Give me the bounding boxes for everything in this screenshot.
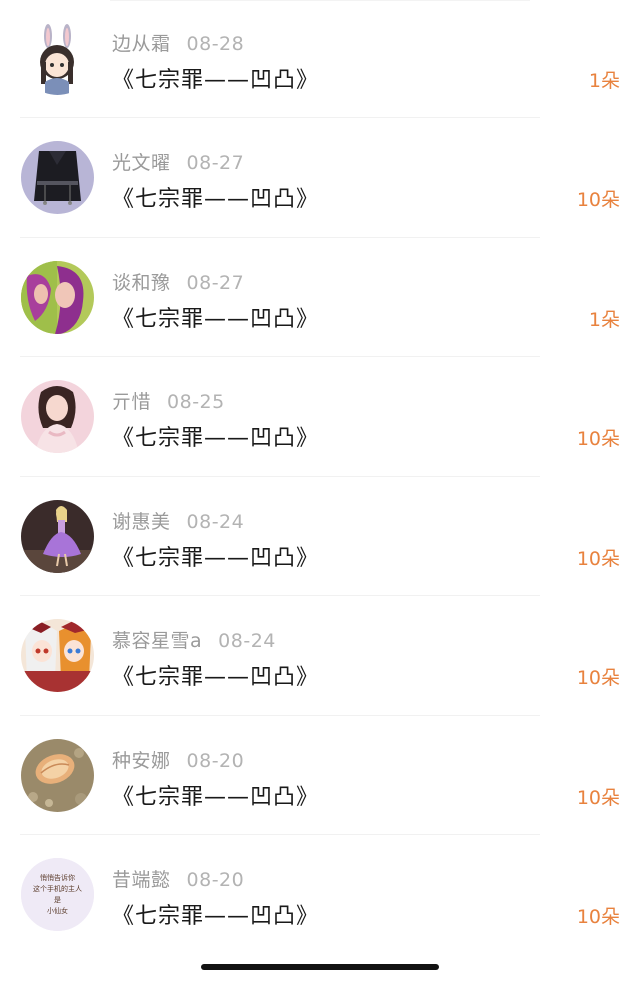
user-name: 昔端懿: [112, 869, 171, 891]
list-item[interactable]: 光文曜 08-27 《七宗罪——凹凸》 10朵: [0, 118, 640, 238]
avatar[interactable]: [21, 260, 94, 334]
user-meta: 谈和豫 08-27: [112, 268, 244, 295]
user-meta: 种安娜 08-20: [112, 746, 244, 773]
user-name: 亓惜: [112, 391, 152, 413]
avatar[interactable]: [21, 22, 94, 95]
user-name: 谢惠美: [112, 510, 171, 533]
user-meta: 光文曜 08-27: [112, 148, 244, 175]
gift-title: 《七宗罪——凹凸》: [112, 784, 320, 810]
gift-date: 08-25: [167, 391, 225, 413]
avatar[interactable]: [21, 619, 94, 692]
gift-title: 《七宗罪——凹凸》: [112, 665, 320, 690]
gift-title: 《七宗罪——凹凸》: [112, 904, 320, 929]
gift-date: 08-20: [186, 869, 245, 891]
gift-amount: 10朵: [576, 428, 620, 450]
gift-date: 08-20: [186, 749, 245, 772]
user-meta: 边从霜 08-28: [112, 29, 244, 56]
user-meta: 昔端懿 08-20: [112, 865, 244, 892]
purple-hair-avatar-icon: [21, 260, 94, 334]
gift-amount: 1朵: [588, 70, 620, 92]
home-indicator[interactable]: [201, 964, 439, 970]
user-name: 种安娜: [112, 749, 171, 772]
seashell-avatar-icon: [21, 738, 94, 812]
gift-list: 边从霜 08-28 《七宗罪——凹凸》 1朵 光文曜 08-27 《七宗罪——凹凸》…: [0, 0, 640, 955]
gift-title: 《七宗罪——凹凸》: [112, 426, 320, 451]
gift-amount: 10朵: [576, 667, 620, 689]
gift-title: 《七宗罪——凹凸》: [112, 545, 320, 571]
avatar[interactable]: [21, 141, 94, 214]
avatar-text-line: 这个手机的主人: [33, 884, 82, 893]
dark-outfit-avatar-icon: [21, 141, 94, 214]
avatar[interactable]: [21, 499, 94, 573]
woman-portrait-avatar-icon: [21, 380, 94, 453]
gift-title: 《七宗罪——凹凸》: [112, 187, 320, 212]
gift-amount: 10朵: [576, 547, 620, 570]
avatar-text-line: 是: [54, 896, 61, 904]
user-name: 慕容星雪a: [112, 630, 203, 652]
gift-title: 《七宗罪——凹凸》: [112, 68, 320, 93]
gift-date: 08-24: [186, 510, 245, 533]
user-meta: 亓惜 08-25: [112, 387, 225, 414]
list-item[interactable]: 种安娜 08-20 《七宗罪——凹凸》 10朵: [0, 716, 640, 835]
gift-amount: 1朵: [588, 308, 620, 331]
gift-date: 08-27: [186, 271, 245, 294]
user-name: 光文曜: [112, 152, 171, 174]
list-item[interactable]: 慕容星雪a 08-24 《七宗罪——凹凸》 10朵: [0, 596, 640, 716]
anime-duo-avatar-icon: [21, 619, 94, 692]
user-meta: 慕容星雪a 08-24: [112, 626, 276, 653]
avatar-text-line: 小仙女: [47, 906, 68, 915]
gift-date: 08-27: [186, 152, 245, 174]
text-card-avatar-icon: 悄悄告诉你 这个手机的主人 是 小仙女: [21, 858, 94, 931]
purple-dress-avatar-icon: [21, 499, 94, 573]
user-meta: 谢惠美 08-24: [112, 507, 244, 534]
avatar[interactable]: [21, 380, 94, 453]
user-name: 边从霜: [112, 33, 171, 55]
gift-title: 《七宗罪——凹凸》: [112, 306, 320, 332]
list-item[interactable]: 边从霜 08-28 《七宗罪——凹凸》 1朵: [0, 0, 640, 118]
gift-date: 08-24: [218, 630, 276, 652]
bunny-girl-avatar-icon: [21, 22, 94, 95]
list-item[interactable]: 亓惜 08-25 《七宗罪——凹凸》 10朵: [0, 357, 640, 477]
avatar[interactable]: [21, 738, 94, 812]
gift-amount: 10朵: [576, 189, 620, 211]
list-item[interactable]: 谢惠美 08-24 《七宗罪——凹凸》 10朵: [0, 477, 640, 596]
list-item[interactable]: 悄悄告诉你 这个手机的主人 是 小仙女 昔端懿 08-20 《七宗罪——凹凸》 1…: [0, 835, 640, 955]
gift-date: 08-28: [186, 33, 245, 55]
gift-amount: 10朵: [576, 786, 620, 809]
list-item[interactable]: 谈和豫 08-27 《七宗罪——凹凸》 1朵: [0, 238, 640, 357]
gift-amount: 10朵: [576, 906, 620, 928]
user-name: 谈和豫: [112, 271, 171, 294]
avatar[interactable]: 悄悄告诉你 这个手机的主人 是 小仙女: [21, 858, 94, 931]
avatar-text-line: 悄悄告诉你: [40, 873, 75, 882]
